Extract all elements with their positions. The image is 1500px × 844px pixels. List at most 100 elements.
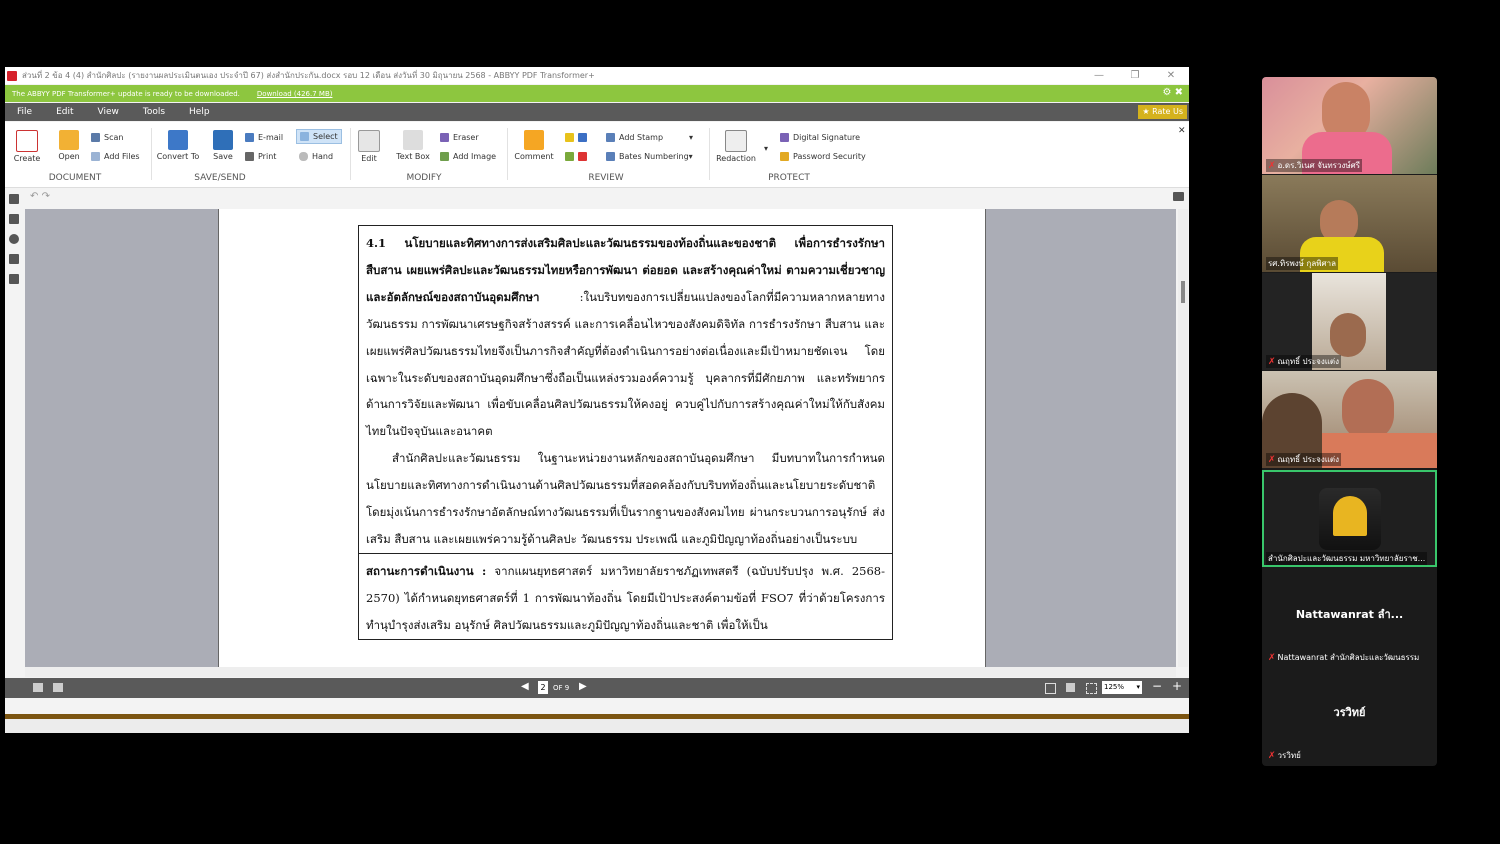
scan-label: Scan <box>104 133 124 142</box>
redaction-dropdown[interactable]: ▾ <box>764 144 768 153</box>
scroll-thumb[interactable] <box>1181 281 1185 303</box>
highlight-tool[interactable] <box>565 133 591 142</box>
comment-label: Comment <box>514 152 554 161</box>
add-stamp-button[interactable]: Add Stamp ▾ <box>606 133 693 142</box>
rate-us-label: Rate Us <box>1152 107 1183 116</box>
zoom-out-button[interactable]: − <box>1152 679 1162 693</box>
comment-button[interactable]: Comment <box>512 130 556 161</box>
next-page-icon[interactable]: ▶ <box>579 681 587 692</box>
menu-view[interactable]: View <box>86 107 131 117</box>
horizontal-scrollbar[interactable] <box>25 667 1176 677</box>
create-pdf-icon <box>16 130 38 152</box>
text-box-button[interactable]: Text Box <box>393 130 433 161</box>
bates-icon <box>606 152 615 161</box>
print-label: Print <box>258 152 277 161</box>
participant-tile[interactable]: Nattawanrat ลำ... ✗ Nattawanrat สำนักศิลป… <box>1262 569 1437 666</box>
section-para-1: :ในบริบทของการเปลี่ยนแปลงของโลกที่มีความ… <box>366 289 885 439</box>
save-label: Save <box>213 152 233 161</box>
participant-tile-active-speaker[interactable]: สำนักศิลปะและวัฒนธรรม มหาวิทยาลัยราช... <box>1262 470 1437 567</box>
menu-bar: File Edit View Tools Help ★ Rate Us <box>5 103 1189 121</box>
close-button[interactable]: ✕ <box>1153 70 1189 81</box>
menu-edit[interactable]: Edit <box>44 107 85 117</box>
comments-panel-icon[interactable] <box>1173 192 1184 201</box>
add-image-button[interactable]: Add Image <box>440 152 496 161</box>
text-color-icon[interactable] <box>578 152 587 161</box>
mic-muted-icon: ✗ <box>1268 357 1276 367</box>
menu-tools[interactable]: Tools <box>131 107 177 117</box>
search-icon[interactable] <box>9 234 19 244</box>
redo-icon[interactable]: ↷ <box>42 191 50 202</box>
hand-icon <box>299 152 308 161</box>
participant-tile[interactable]: วรวิทย์ ✗ วรวิทย์ <box>1262 667 1437 764</box>
password-security-button[interactable]: Password Security <box>780 152 866 161</box>
bookmark-icon[interactable] <box>9 214 19 224</box>
hand-label: Hand <box>312 152 334 161</box>
fit-width-icon[interactable] <box>1066 683 1075 692</box>
attachment-icon[interactable] <box>9 254 19 264</box>
eraser-button[interactable]: Eraser <box>440 133 479 142</box>
participant-name-tag: ✗ วรวิทย์ <box>1266 749 1303 762</box>
chevron-down-icon[interactable]: ▾ <box>689 133 693 142</box>
digital-signature-button[interactable]: Digital Signature <box>780 133 860 142</box>
create-button[interactable]: Create <box>11 130 43 163</box>
edit-button[interactable]: Edit <box>355 130 383 163</box>
status-label: สถานะการดำเนินงาน : <box>366 563 487 578</box>
participant-tile[interactable]: ✗ ณฤทธิ์ ประจงแต่ง <box>1262 371 1437 468</box>
minimize-button[interactable]: — <box>1081 70 1117 81</box>
participant-tile[interactable]: ✗ อ.ดร.วิเนศ จันทรวงษ์ศรี <box>1262 77 1437 174</box>
mic-muted-icon: ✗ <box>1268 751 1276 761</box>
organization-logo-icon <box>1319 488 1381 550</box>
highlight-icon <box>565 133 574 142</box>
participant-name-tag: ✗ อ.ดร.วิเนศ จันทรวงษ์ศรี <box>1266 159 1363 172</box>
zoom-in-button[interactable]: + <box>1172 679 1182 693</box>
add-image-label: Add Image <box>453 152 497 161</box>
participant-name: Nattawanrat สำนักศิลปะและวัฒนธรรม <box>1277 653 1420 662</box>
comment-note-icon <box>524 130 544 150</box>
section-para-2: สำนักศิลปะและวัฒนธรรม ในฐานะหน่วยงานหลัก… <box>366 451 885 546</box>
underline-icon[interactable] <box>578 133 587 142</box>
text-box-label: Text Box <box>396 152 430 161</box>
prev-page-icon[interactable]: ◀ <box>521 681 529 692</box>
participant-tile[interactable]: ✗ ณฤทธิ์ ประจงแต่ง <box>1262 273 1437 370</box>
gear-icon[interactable]: ⚙ <box>1162 87 1171 98</box>
two-page-icon[interactable] <box>1086 683 1097 694</box>
chevron-down-icon: ▾ <box>1136 683 1140 691</box>
print-button[interactable]: Print <box>245 152 276 161</box>
select-tool-button[interactable]: Select <box>296 129 342 144</box>
restore-button[interactable]: ❐ <box>1117 70 1153 81</box>
vertical-scrollbar[interactable] <box>1178 209 1188 667</box>
email-button[interactable]: E-mail <box>245 133 283 142</box>
group-review: REVIEW <box>588 173 624 183</box>
strikeout-tool[interactable] <box>565 152 591 161</box>
ribbon-close-button[interactable]: ✕ <box>1178 126 1186 136</box>
redaction-button[interactable]: Redaction <box>713 130 759 163</box>
participant-name-tag: ✗ ณฤทธิ์ ประจงแต่ง <box>1266 355 1342 368</box>
signature-panel-icon[interactable] <box>9 274 19 284</box>
participant-tile[interactable]: รศ.ทิรพงษ์ กุลพิศาล <box>1262 175 1437 272</box>
participant-name-tag: สำนักศิลปะและวัฒนธรรม มหาวิทยาลัยราช... <box>1266 552 1428 565</box>
convert-to-button[interactable]: Convert To <box>155 130 201 161</box>
fit-page-icon[interactable] <box>1045 683 1056 694</box>
add-files-button[interactable]: Add Files <box>91 152 140 161</box>
chevron-down-icon[interactable]: ▾ <box>689 152 693 161</box>
menu-file[interactable]: File <box>5 107 44 117</box>
menu-help[interactable]: Help <box>177 107 222 117</box>
document-viewer[interactable]: 4.1 นโยบายและทิศทางการส่งเสริมศิลปะและวั… <box>25 209 1176 667</box>
page-layout-icon[interactable] <box>33 683 43 692</box>
save-button[interactable]: Save <box>209 130 237 161</box>
page-number-field[interactable]: 2 <box>538 681 548 694</box>
bates-numbering-button[interactable]: Bates Numbering ▾ <box>606 152 693 161</box>
star-icon: ★ <box>1142 107 1150 116</box>
zoom-select[interactable]: 125% ▾ <box>1102 681 1142 694</box>
pages-icon[interactable] <box>9 194 19 204</box>
undo-icon[interactable]: ↶ <box>30 191 38 202</box>
participant-name: ณฤทธิ์ ประจงแต่ง <box>1277 357 1340 366</box>
close-icon[interactable]: ✖ <box>1175 87 1183 98</box>
save-disk-icon <box>213 130 233 150</box>
download-link[interactable]: Download (426.7 MB) <box>257 90 333 98</box>
open-button[interactable]: Open <box>55 130 83 161</box>
continuous-layout-icon[interactable] <box>53 683 63 692</box>
scan-button[interactable]: Scan <box>91 133 123 142</box>
hand-tool-button[interactable]: Hand <box>299 152 333 161</box>
rate-us-button[interactable]: ★ Rate Us <box>1138 105 1187 119</box>
